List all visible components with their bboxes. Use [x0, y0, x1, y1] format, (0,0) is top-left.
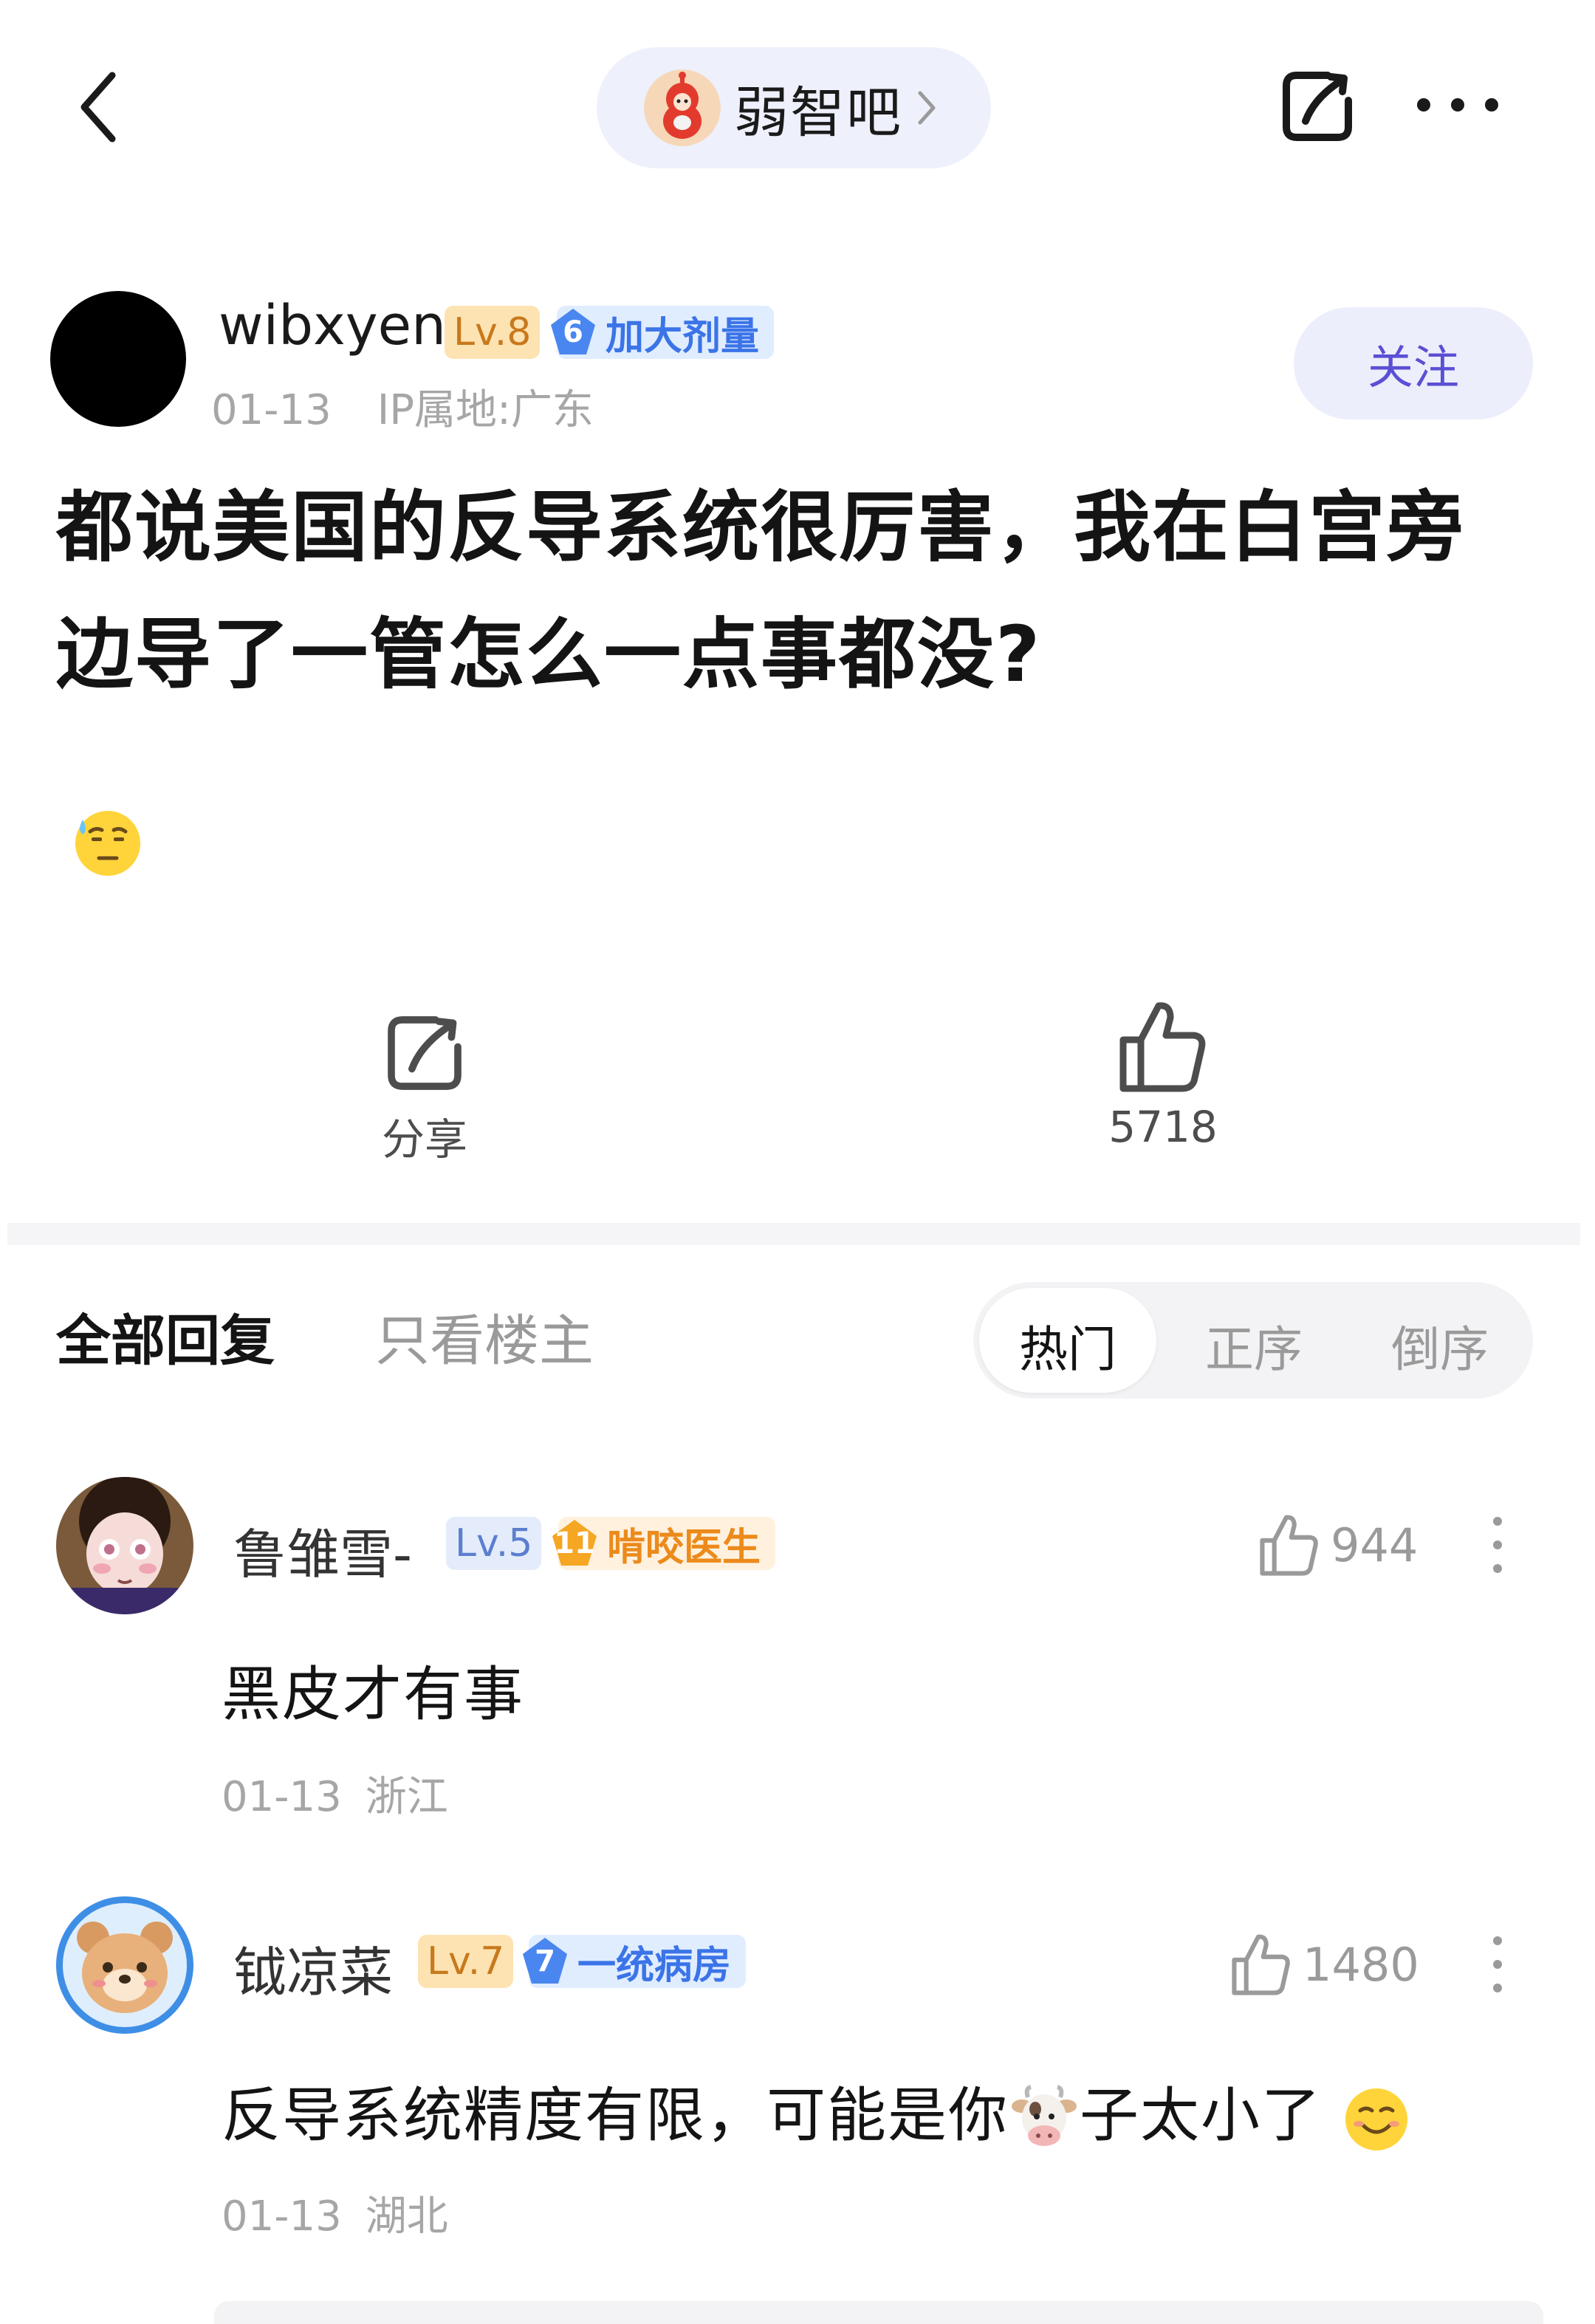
sort-hot[interactable]: 热门 — [1019, 1310, 1116, 1381]
comment-like-button[interactable]: 1480 — [1230, 1932, 1419, 1997]
comment-like-count: 944 — [1331, 1518, 1419, 1572]
smile-emoji — [1345, 2088, 1407, 2151]
back-icon[interactable] — [74, 66, 126, 148]
share-icon[interactable] — [1276, 65, 1359, 148]
like-count: 5718 — [1108, 1102, 1218, 1152]
author-name[interactable]: wibxyen — [219, 294, 446, 357]
chevron-right-icon — [918, 91, 936, 125]
forum-avatar — [644, 69, 721, 146]
cow-emoji — [1012, 2085, 1077, 2147]
comment-like-button[interactable]: 944 — [1258, 1512, 1418, 1577]
share-icon — [388, 1016, 462, 1090]
share-label: 分享 — [381, 1114, 467, 1165]
tab-op-only[interactable]: 只看楼主 — [375, 1297, 594, 1376]
comment-meta: 01-13 浙江 — [222, 1763, 448, 1823]
comment-text: 黑皮才有事 — [222, 1660, 524, 1729]
member-title: 加大剂量 — [606, 314, 760, 359]
comment-avatar[interactable] — [56, 1896, 193, 2034]
member-title-badge: 7 一统病房 — [523, 1935, 747, 1988]
member-title-badge: 11 啃咬医生 — [552, 1517, 776, 1570]
level-badge: Lv.5 — [446, 1517, 542, 1570]
more-vertical-icon[interactable] — [1490, 1935, 1505, 1994]
level-badge: Lv.8 — [445, 306, 541, 359]
comment-location: 湖北 — [365, 2193, 448, 2241]
badge-gem-icon: 11 — [549, 1518, 600, 1569]
post-title: 都说美国的反导系统很厉害，我在白宫旁边导了一管怎么一点事都没? — [56, 482, 1466, 699]
comment-avatar[interactable] — [56, 1477, 193, 1614]
thumbs-up-icon — [1119, 1002, 1206, 1092]
member-title: 一统病房 — [577, 1943, 732, 1988]
sort-descending[interactable]: 倒序 — [1391, 1310, 1489, 1381]
post-date: 01-13 — [211, 386, 332, 434]
thumbs-up-icon — [1232, 1934, 1290, 1995]
ip-location: IP属地:广东 — [377, 386, 594, 434]
forum-name: 弱智吧 — [734, 80, 902, 145]
comment-username[interactable]: 鲁雏雪- — [233, 1511, 412, 1588]
like-button[interactable]: 5718 — [1078, 998, 1248, 1152]
forum-link[interactable]: 弱智吧 — [597, 47, 991, 168]
follow-button[interactable]: 关注 — [1294, 307, 1533, 419]
comment-like-count: 1480 — [1303, 1937, 1419, 1992]
badge-gem-icon: 6 — [548, 307, 598, 357]
comment-text: 反导系统精度有限，可能是你 子太小了 — [222, 2068, 1410, 2155]
post-meta: 01-13 IP属地:广东 — [211, 377, 594, 436]
comment-meta: 01-13 湖北 — [222, 2183, 448, 2243]
tab-all-replies[interactable]: 全部回复 — [56, 1297, 275, 1376]
more-vertical-icon[interactable] — [1490, 1515, 1505, 1574]
member-title-badge: 6 加大剂量 — [551, 306, 775, 359]
more-icon[interactable] — [1410, 90, 1506, 120]
member-title: 啃咬医生 — [607, 1525, 761, 1570]
author-avatar[interactable] — [50, 291, 186, 427]
comment-date: 01-13 — [222, 1773, 342, 1821]
level-badge: Lv.7 — [418, 1935, 514, 1988]
comment-location: 浙江 — [365, 1773, 448, 1821]
comment-date: 01-13 — [222, 2193, 342, 2241]
sort-ascending[interactable]: 正序 — [1205, 1310, 1303, 1381]
sub-reply-preview — [214, 2301, 1543, 2324]
section-divider — [7, 1223, 1580, 1245]
share-button[interactable]: 分享 — [340, 1009, 510, 1167]
sweat-smile-emoji — [71, 805, 145, 879]
comment-username[interactable]: 钺凉菜 — [233, 1929, 393, 2006]
thumbs-up-icon — [1260, 1515, 1318, 1576]
badge-gem-icon: 7 — [520, 1936, 570, 1987]
